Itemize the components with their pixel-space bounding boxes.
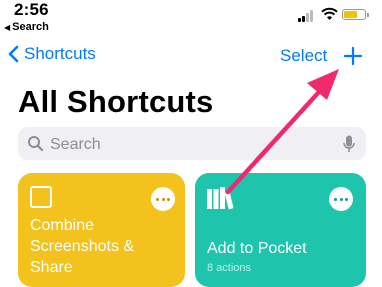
square-icon [30, 186, 52, 208]
navigation-bar: Shortcuts Select [0, 44, 382, 72]
shortcut-card-combine-screenshots[interactable]: Combine Screenshots & Share [18, 173, 185, 287]
search-bar[interactable] [18, 127, 366, 162]
plus-icon[interactable] [343, 46, 363, 66]
page-title: All Shortcuts [18, 84, 214, 119]
select-button[interactable]: Select [280, 46, 327, 66]
battery-icon [342, 9, 369, 20]
back-button[interactable]: Shortcuts [8, 44, 96, 64]
shortcut-title: Add to Pocket [207, 240, 307, 257]
wifi-icon [321, 7, 338, 20]
status-time: 2:56 [14, 0, 49, 19]
back-button-label: Shortcuts [24, 44, 96, 63]
more-options-icon[interactable] [329, 187, 353, 211]
back-to-app-link[interactable]: ◀ Search [4, 21, 49, 33]
shortcut-card-add-to-pocket[interactable]: Add to Pocket 8 actions [195, 173, 366, 287]
back-app-label: Search [12, 21, 49, 33]
shortcut-title: Combine Screenshots & Share [30, 217, 135, 276]
microphone-icon[interactable] [343, 135, 355, 153]
status-bar: 2:56 ◀ Search [0, 0, 382, 34]
back-triangle-icon: ◀ [4, 23, 11, 32]
cellular-signal-icon [298, 10, 316, 22]
search-input[interactable] [48, 127, 332, 162]
chevron-left-icon [8, 45, 19, 63]
books-icon [207, 187, 234, 210]
shortcut-action-count: 8 actions [207, 262, 252, 274]
search-icon [28, 136, 44, 152]
more-options-icon[interactable] [151, 187, 175, 211]
